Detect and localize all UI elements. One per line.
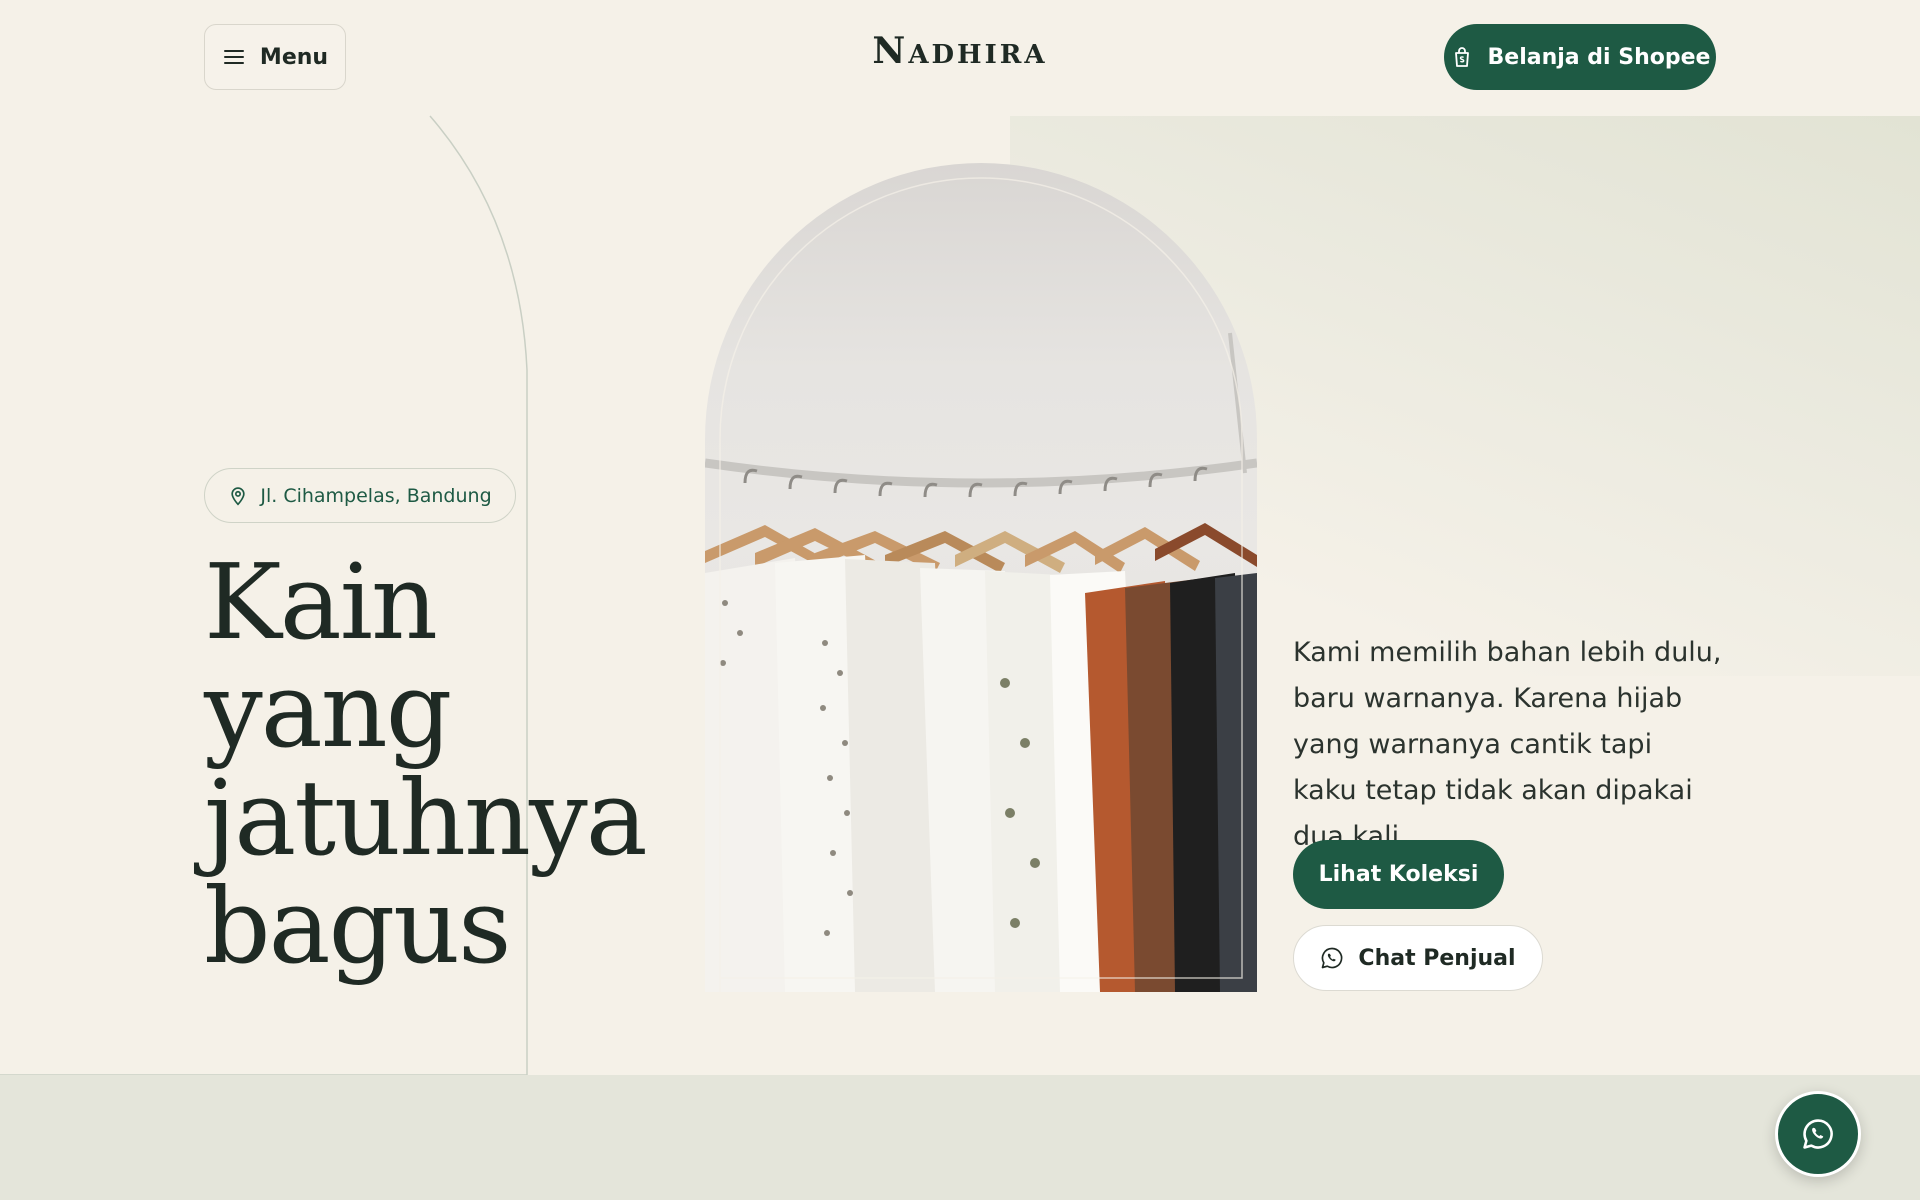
shop-shopee-button[interactable]: Belanja di Shopee <box>1444 24 1716 90</box>
clothing-rack-illustration <box>705 177 1257 992</box>
next-section-band <box>0 1075 1920 1200</box>
map-pin-icon <box>231 486 246 506</box>
whatsapp-icon <box>1322 947 1343 969</box>
menu-button[interactable]: Menu <box>204 24 346 90</box>
chat-seller-label: Chat Penjual <box>1358 945 1516 971</box>
logo-initial: N <box>872 30 909 72</box>
menu-label: Menu <box>259 44 329 70</box>
view-collection-label: Lihat Koleksi <box>1318 862 1479 887</box>
shopping-bag-icon <box>1454 47 1469 67</box>
location-text: Jl. Cihampelas, Bandung <box>260 484 492 507</box>
logo-rest: ADHIRA <box>908 40 1048 70</box>
whatsapp-icon <box>1803 1119 1833 1149</box>
hamburger-icon <box>223 50 244 64</box>
hero-image-clothing-rack <box>705 163 1257 992</box>
hero-description: Kami memilih bahan lebih dulu, baru warn… <box>1293 637 1722 852</box>
shop-label: Belanja di Shopee <box>1487 44 1711 70</box>
hero-headline: Kain yang jatuhnya bagus <box>204 541 648 987</box>
whatsapp-floating-button[interactable] <box>1775 1091 1861 1177</box>
view-collection-button[interactable]: Lihat Koleksi <box>1293 840 1504 909</box>
headline-line: jatuhnya <box>204 757 648 879</box>
headline-line: yang <box>204 649 452 771</box>
headline-line: bagus <box>204 865 512 987</box>
headline-line: Kain <box>204 541 438 663</box>
location-badge: Jl. Cihampelas, Bandung <box>204 468 516 523</box>
chat-seller-button[interactable]: Chat Penjual <box>1293 925 1543 991</box>
